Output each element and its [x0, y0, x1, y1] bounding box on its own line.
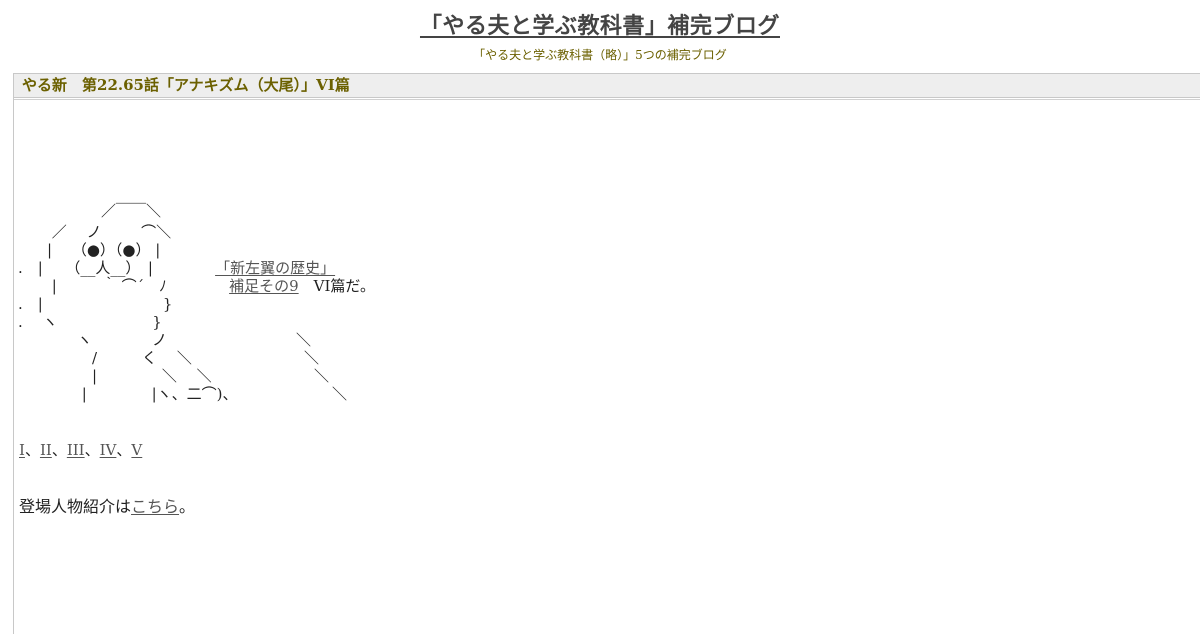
aa-line: ＼: [332, 385, 348, 403]
part-links: I、II、III、IV、V: [19, 439, 142, 460]
part-sep: 、: [84, 441, 100, 459]
part-link-4[interactable]: IV: [100, 441, 117, 459]
site-header: 「やる夫と学ぶ教科書」補完ブログ 「やる夫と学ぶ教科書（略）」5つの補完ブログ: [0, 0, 1200, 72]
site-subtitle: 「やる夫と学ぶ教科書（略）」5つの補完ブログ: [473, 48, 727, 62]
aa-line: ＼: [296, 331, 312, 349]
entry-container: やる新 第22.65話「アナキズム（大尾）」VI篇 ／￣￣＼ ／ ノ ⌒＼ | …: [13, 73, 1200, 634]
aa-line: ＼: [314, 367, 330, 385]
part-sep: 、: [24, 441, 40, 459]
aa-line: | （●）（●） |: [32, 241, 161, 259]
aa-line: . | （__人__） |: [18, 259, 153, 277]
aa-line: . ヽ }: [18, 313, 162, 331]
aa-line: ヽ ノ: [32, 331, 168, 349]
aa-line: . | }: [18, 295, 173, 313]
part-sep: 、: [51, 441, 67, 459]
character-intro: 登場人物紹介はこちら。: [19, 493, 195, 517]
site-title-link[interactable]: 「やる夫と学ぶ教科書」補完ブログ: [420, 8, 780, 40]
speech-line: 補足その9 VI篇だ。: [210, 259, 375, 313]
part-sep: 、: [116, 441, 132, 459]
speech-tail: VI篇だ。: [313, 277, 375, 295]
title-divider: [14, 99, 1200, 100]
entry-title[interactable]: やる新 第22.65話「アナキズム（大尾）」VI篇: [14, 74, 1200, 98]
aa-line: / く ＼: [32, 349, 192, 367]
aa-line: ／ ノ ⌒＼: [32, 223, 172, 241]
aa-line: | ｀ ⌒´ ﾉ: [32, 277, 167, 295]
supplement-link[interactable]: 補足その9: [229, 277, 299, 295]
part-link-2[interactable]: II: [40, 441, 52, 459]
intro-end: 。: [179, 497, 196, 516]
intro-text: 登場人物紹介は: [19, 497, 132, 516]
part-link-3[interactable]: III: [67, 441, 85, 459]
aa-line: ／￣￣＼: [56, 202, 162, 220]
aa-line: | |ヽ、二⌒)、: [32, 385, 238, 403]
part-link-5[interactable]: V: [131, 441, 142, 459]
aa-line: ＼: [304, 349, 320, 367]
aa-line: | ＼ ＼: [32, 367, 212, 385]
intro-link[interactable]: こちら: [131, 497, 179, 516]
